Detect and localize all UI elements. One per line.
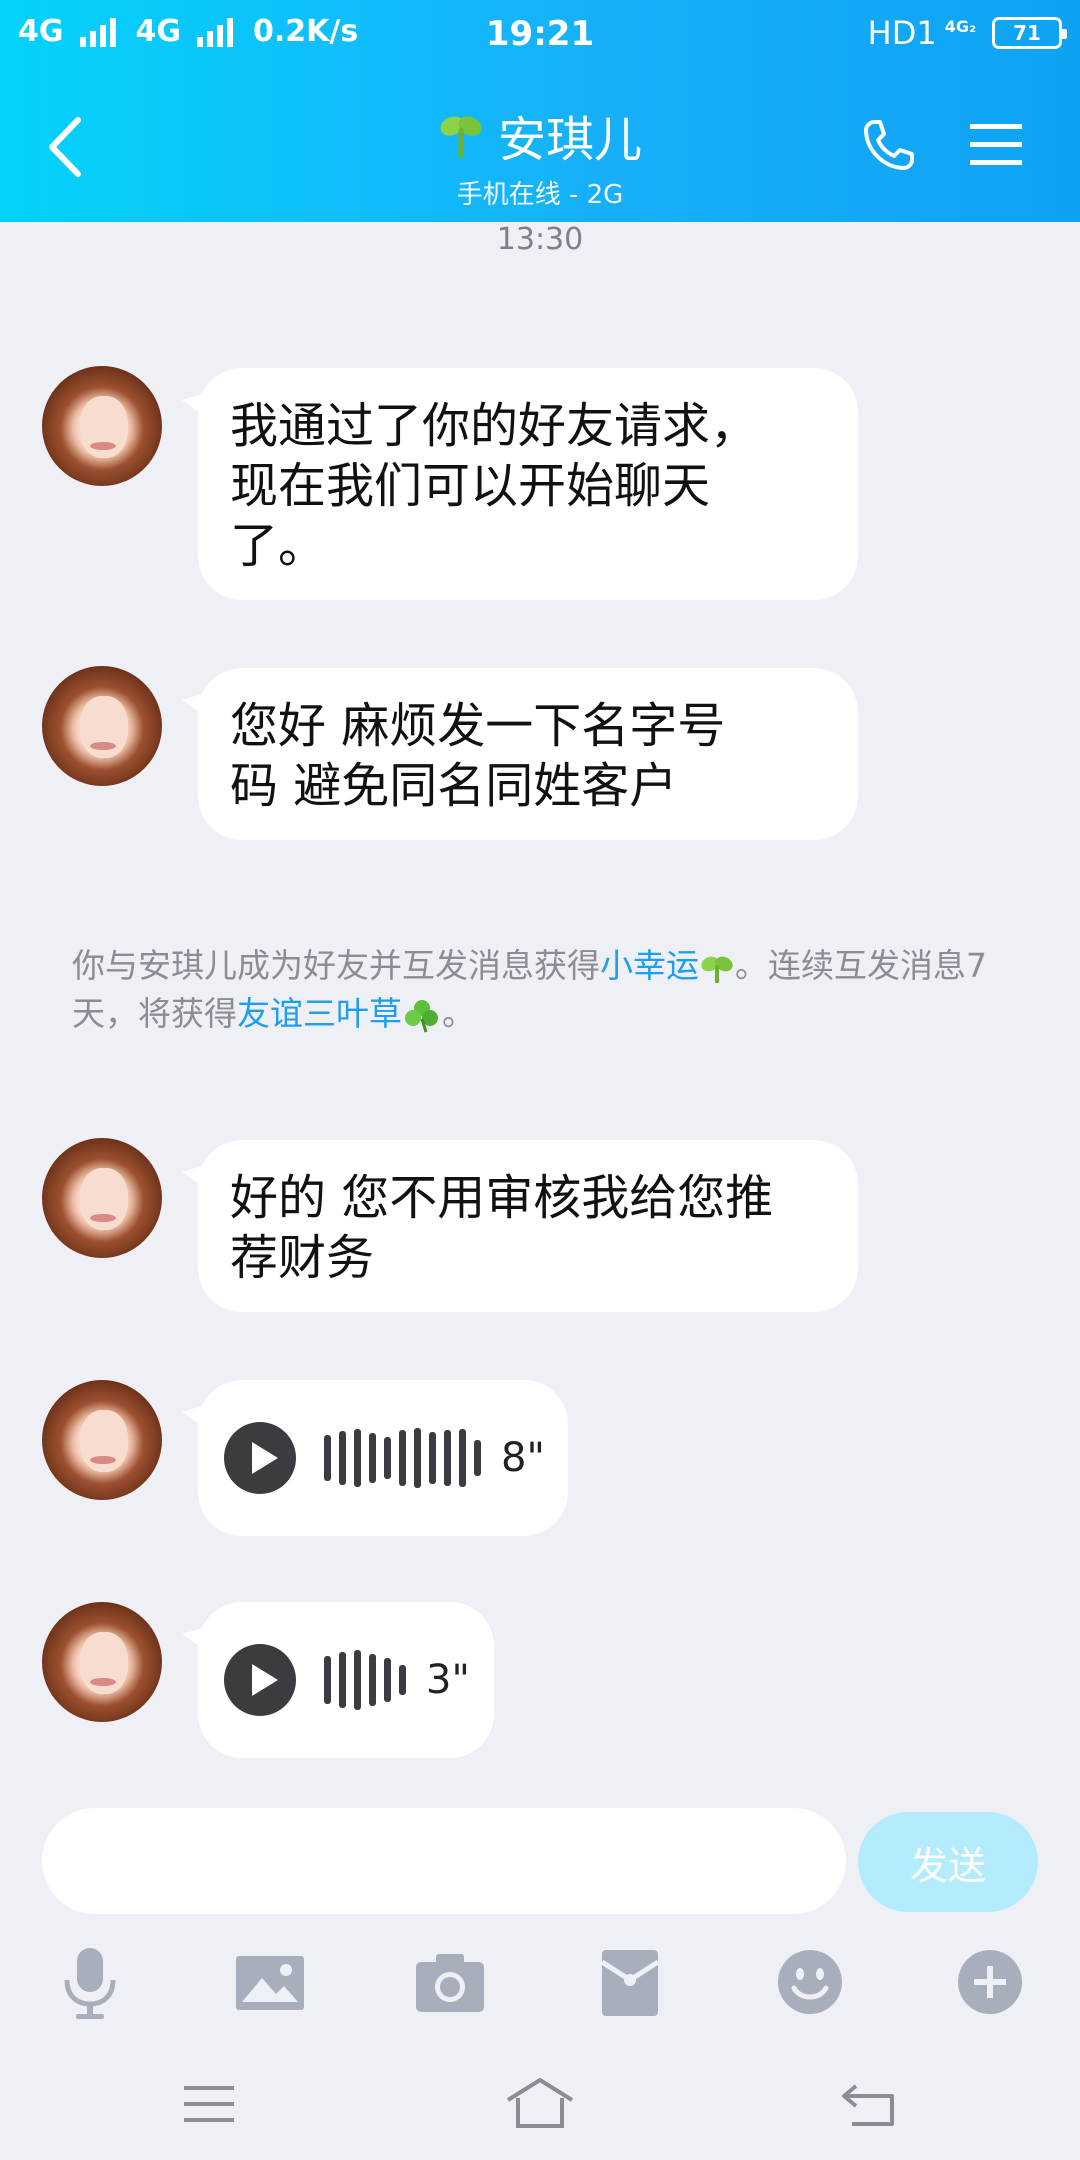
voice-player: 8" — [198, 1380, 568, 1536]
contact-name: 安琪儿 — [497, 112, 642, 168]
bubble-tail — [182, 1402, 216, 1436]
notice-text: 。 — [442, 994, 475, 1033]
phone-icon[interactable] — [860, 118, 916, 174]
voice-waveform — [324, 1428, 481, 1488]
bubble-tail — [182, 1162, 216, 1196]
emoji-icon[interactable] — [770, 1942, 850, 2022]
contact-avatar[interactable] — [42, 366, 162, 486]
voice-duration: 8" — [501, 1435, 545, 1481]
menu-nav-icon[interactable] — [172, 2070, 252, 2140]
system-notice: 你与安琪儿成为好友并互发消息获得小幸运 。连续互发消息7天，将获得友谊三叶草。 — [72, 942, 1012, 1038]
clover-icon — [405, 999, 438, 1032]
plus-icon[interactable] — [950, 1942, 1030, 2022]
red-packet-icon[interactable] — [590, 1942, 670, 2022]
send-button[interactable]: 发送 — [858, 1812, 1038, 1912]
menu-icon[interactable] — [968, 120, 1024, 170]
message-bubble[interactable]: 我通过了你的好友请求， 现在我们可以开始聊天 了。 — [182, 368, 858, 600]
system-nav-bar — [0, 2048, 1080, 2160]
contact-avatar[interactable] — [42, 666, 162, 786]
little-luck-link[interactable]: 小幸运 — [600, 946, 699, 985]
bubble-tail — [182, 690, 216, 724]
title-block: 安琪儿 手机在线 - 2G — [0, 100, 1080, 211]
bubble-tail — [182, 1624, 216, 1658]
voice-duration: 3" — [426, 1657, 470, 1703]
bubble-tail — [182, 390, 216, 424]
message-input[interactable] — [42, 1808, 846, 1914]
voice-player: 3" — [198, 1602, 494, 1758]
message-bubble[interactable]: 您好 麻烦发一下名字号 码 避免同名同姓客户 — [182, 668, 858, 840]
message-bubble[interactable]: 好的 您不用审核我给您推 荐财务 — [182, 1140, 858, 1312]
notice-text: 你与安琪儿成为好友并互发消息获得 — [72, 946, 600, 985]
voice-message-bubble[interactable]: 8" — [182, 1380, 568, 1536]
sprout-icon — [701, 956, 733, 984]
back-nav-icon[interactable] — [830, 2070, 910, 2140]
home-nav-icon[interactable] — [500, 2070, 580, 2140]
message-text: 您好 麻烦发一下名字号 码 避免同名同姓客户 — [230, 698, 726, 814]
contact-avatar[interactable] — [42, 1138, 162, 1258]
friendship-clover-link[interactable]: 友谊三叶草 — [237, 994, 402, 1033]
message-timestamp: 13:30 — [496, 222, 584, 257]
battery-icon: 71 — [992, 17, 1067, 49]
message-text: 我通过了你的好友请求， 现在我们可以开始聊天 了。 — [230, 398, 759, 574]
play-icon[interactable] — [224, 1422, 296, 1494]
camera-icon[interactable] — [410, 1942, 490, 2022]
microphone-icon[interactable] — [50, 1942, 130, 2022]
message-text: 好的 您不用审核我给您推 荐财务 — [230, 1170, 774, 1286]
status-right: HD1 4G₂ 71 — [867, 14, 1067, 52]
contact-avatar[interactable] — [42, 1602, 162, 1722]
composer-toolbar — [0, 1942, 1080, 2022]
composer: 发送 — [0, 1782, 1080, 2160]
play-icon[interactable] — [224, 1644, 296, 1716]
net-badge: 4G₂ — [944, 16, 976, 36]
contact-name-row: 安琪儿 — [438, 100, 642, 170]
status-bar: 4G 4G 0.2K/s 19:21 HD1 4G₂ 71 — [0, 0, 1080, 76]
contact-avatar[interactable] — [42, 1380, 162, 1500]
hd-label: HD1 — [867, 14, 937, 52]
contact-status: 手机在线 - 2G — [456, 180, 624, 210]
chat-header: 4G 4G 0.2K/s 19:21 HD1 4G₂ 71 安琪儿 手机在线 -… — [0, 0, 1080, 222]
clover-sprout-icon — [440, 116, 482, 158]
voice-waveform — [324, 1650, 406, 1710]
voice-message-bubble[interactable]: 3" — [182, 1602, 494, 1758]
image-icon[interactable] — [230, 1942, 310, 2022]
